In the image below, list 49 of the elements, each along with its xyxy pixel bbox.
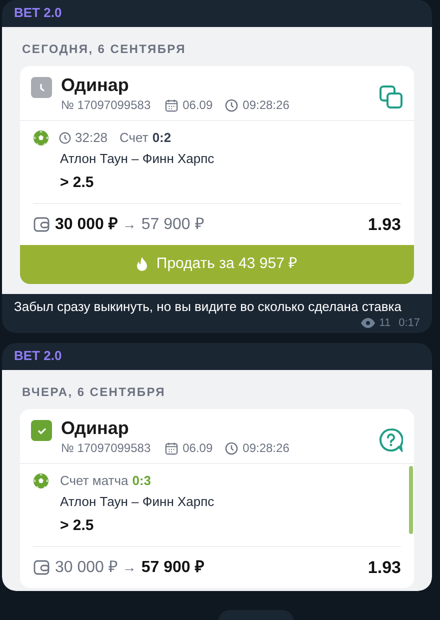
message-time: 0:17 <box>398 316 420 330</box>
clock-icon <box>59 132 71 144</box>
channel-name: BET 2.0 <box>13 347 63 365</box>
bet-type: Одинар <box>61 417 130 440</box>
eye-icon <box>361 318 376 328</box>
bet-number: № 17097099583 <box>61 440 151 456</box>
bet-time: 09:28:26 <box>242 97 290 113</box>
arrow: → <box>122 558 136 577</box>
calendar-icon <box>164 98 178 112</box>
bet-date: 06.09 <box>182 440 213 456</box>
view-count: 11 <box>379 316 391 330</box>
score-label: Счет матча <box>60 472 128 489</box>
match-score: 0:2 <box>152 129 172 146</box>
match-score: 0:3 <box>132 472 152 489</box>
payout-amount: 57 900 ₽ <box>141 558 204 578</box>
match-teams: Атлон Таун – Финн Харпс <box>60 150 216 168</box>
flame-icon <box>136 257 148 272</box>
bet-time: 09:28:26 <box>242 440 290 456</box>
calendar-icon <box>164 442 178 454</box>
odds: 1.93 <box>368 214 401 234</box>
wallet-icon <box>33 216 50 233</box>
date-header: СЕГОДНЯ, 6 СЕНТЯБРЯ <box>21 41 187 57</box>
copy-icon[interactable] <box>379 85 403 109</box>
soccer-ball-icon <box>33 472 49 488</box>
odds: 1.93 <box>368 558 401 578</box>
stake-amount: 30 000 ₽ <box>55 558 118 578</box>
message-caption: Забыл сразу выкинуть, но вы видите во сколько сделана ставка <box>14 298 402 316</box>
clock-icon <box>224 98 238 112</box>
help-icon[interactable] <box>379 428 403 452</box>
channel-name: BET 2.0 <box>13 4 63 22</box>
scrollbar <box>409 466 413 534</box>
bet-number: № 17097099583 <box>61 97 151 113</box>
pending-status-icon <box>31 77 52 98</box>
arrow: → <box>122 215 136 234</box>
check-status-icon <box>31 420 52 441</box>
match-teams: Атлон Таун – Финн Харпс <box>60 493 216 511</box>
bet-type: Одинар <box>61 74 130 97</box>
bet-outcome: > 2.5 <box>60 173 95 193</box>
clock-icon <box>224 442 238 454</box>
soccer-ball-icon <box>33 130 49 146</box>
wallet-icon <box>33 559 50 576</box>
score-label: Счет <box>120 129 148 146</box>
sell-button[interactable]: Продать за 43 957 ₽ <box>20 245 414 284</box>
stake-amount: 30 000 ₽ <box>55 214 118 234</box>
date-header: ВЧЕРА, 6 СЕНТЯБРЯ <box>21 384 166 400</box>
match-timer: 32:28 <box>75 129 108 146</box>
bet-date: 06.09 <box>182 97 213 113</box>
payout-amount: 57 900 ₽ <box>141 214 204 234</box>
bet-outcome: > 2.5 <box>60 516 95 536</box>
